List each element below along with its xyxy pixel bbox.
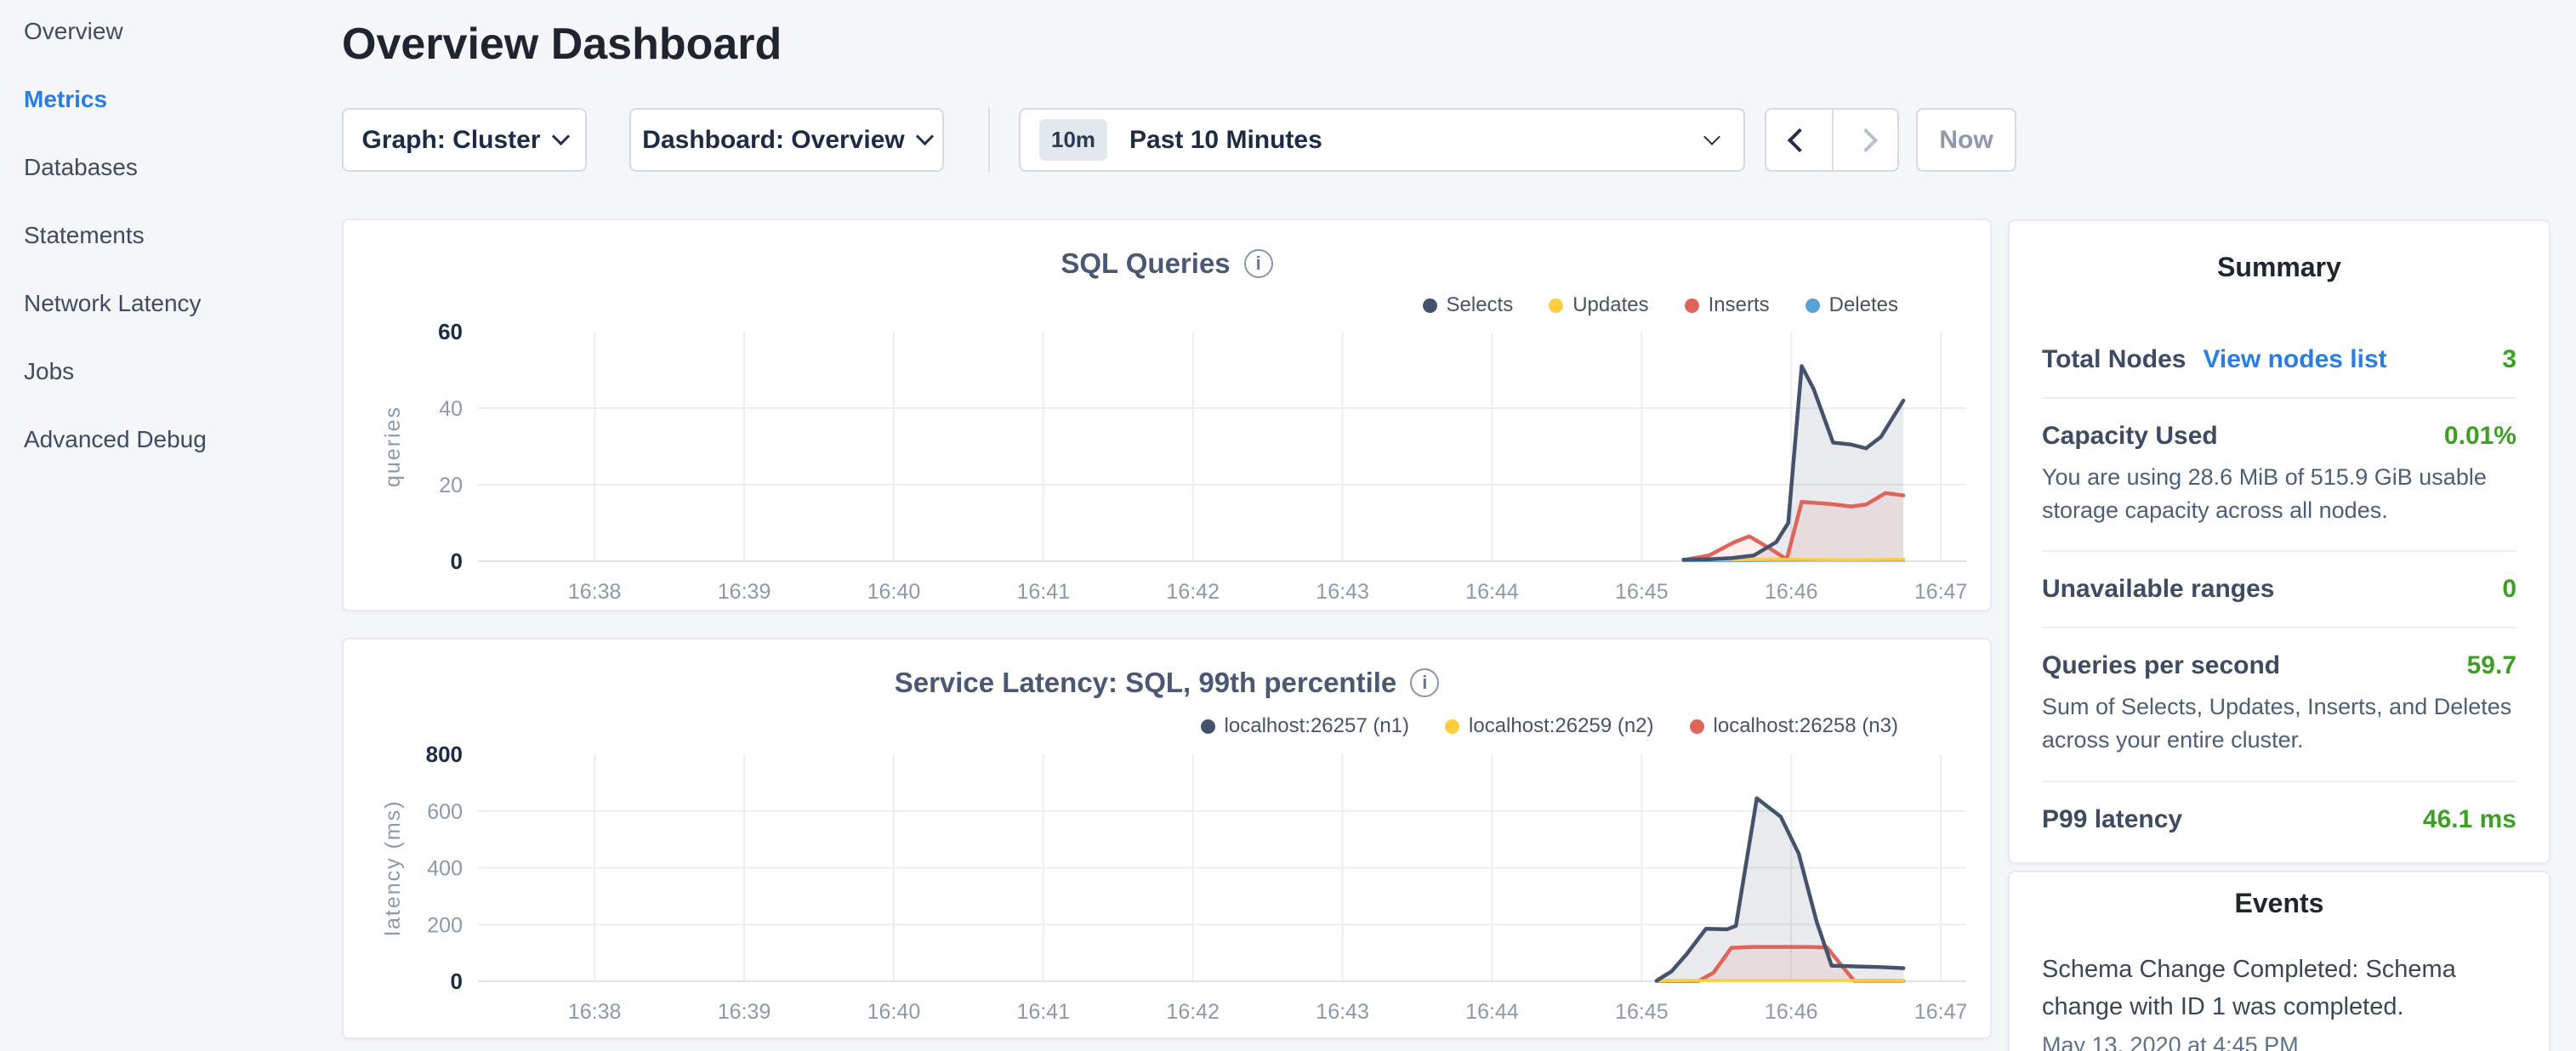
chevron-down-icon	[916, 128, 934, 145]
svg-text:16:39: 16:39	[718, 580, 771, 604]
now-button[interactable]: Now	[1916, 108, 2016, 172]
time-range-badge: 10m	[1039, 119, 1107, 161]
svg-text:600: 600	[427, 800, 463, 824]
svg-text:16:40: 16:40	[867, 580, 921, 604]
summary-row-capacity: Capacity Used 0.01% You are using 28.6 M…	[2042, 399, 2516, 552]
sidebar-item-databases[interactable]: Databases	[24, 151, 138, 185]
p99-latency-label: P99 latency	[2042, 805, 2182, 834]
summary-row-qps: Queries per second 59.7 Sum of Selects, …	[2042, 628, 2516, 781]
svg-text:16:41: 16:41	[1017, 580, 1071, 604]
svg-text:400: 400	[427, 857, 463, 881]
graph-scope-label: Graph: Cluster	[361, 126, 540, 155]
total-nodes-value: 3	[2502, 345, 2516, 374]
event-text: Schema Change Completed: Schema change w…	[2042, 952, 2516, 1025]
svg-text:16:44: 16:44	[1465, 580, 1519, 604]
events-panel: Events Schema Change Completed: Schema c…	[2008, 871, 2550, 1051]
svg-text:20: 20	[439, 474, 463, 497]
svg-text:16:42: 16:42	[1166, 580, 1220, 604]
chevron-left-icon	[1787, 128, 1811, 151]
time-range-label: Past 10 Minutes	[1129, 126, 1706, 155]
service-latency-chart[interactable]: 16:38 16:39 16:40 16:41 16:42 16:43 16:44 16:45…	[344, 639, 1993, 1041]
dashboard-label: Dashboard: Overview	[642, 126, 904, 155]
admin-ui-page: Overview Metrics Databases Statements Ne…	[0, 0, 2576, 1051]
svg-text:latency (ms): latency (ms)	[381, 799, 405, 935]
svg-text:16:43: 16:43	[1316, 580, 1369, 604]
chevron-right-icon	[1853, 128, 1877, 151]
svg-text:16:39: 16:39	[718, 1000, 771, 1024]
sidebar-item-statements[interactable]: Statements	[24, 219, 145, 253]
qps-value: 59.7	[2467, 651, 2516, 680]
svg-text:40: 40	[439, 397, 463, 421]
svg-text:queries: queries	[381, 406, 405, 487]
svg-text:0: 0	[451, 969, 463, 994]
dashboard-dropdown[interactable]: Dashboard: Overview	[629, 108, 944, 172]
svg-text:16:40: 16:40	[867, 1000, 921, 1024]
p99-latency-value: 46.1 ms	[2423, 805, 2516, 834]
summary-title: Summary	[2010, 252, 2549, 283]
capacity-label: Capacity Used	[2042, 422, 2218, 451]
svg-text:16:41: 16:41	[1017, 1000, 1071, 1024]
total-nodes-label: Total Nodes	[2042, 345, 2186, 374]
svg-text:16:45: 16:45	[1615, 1000, 1669, 1024]
svg-text:16:38: 16:38	[568, 580, 622, 604]
svg-text:16:44: 16:44	[1465, 1000, 1519, 1024]
prev-time-button[interactable]	[1766, 110, 1832, 170]
summary-row-unavailable: Unavailable ranges 0	[2042, 552, 2516, 628]
svg-text:200: 200	[427, 913, 463, 937]
event-list-item: Schema Change Completed: Schema change w…	[2042, 952, 2516, 1051]
summary-row-p99: P99 latency 46.1 ms	[2042, 782, 2516, 857]
svg-text:16:46: 16:46	[1765, 1000, 1818, 1024]
capacity-value: 0.01%	[2444, 422, 2516, 451]
unavailable-ranges-label: Unavailable ranges	[2042, 575, 2274, 604]
summary-panel: Summary Total Nodes View nodes list 3 Ca…	[2008, 219, 2550, 864]
svg-text:800: 800	[426, 741, 463, 767]
unavailable-ranges-value: 0	[2502, 575, 2516, 604]
time-pager	[1765, 108, 1899, 172]
sidebar-item-jobs[interactable]: Jobs	[24, 355, 74, 389]
sidebar-item-network-latency[interactable]: Network Latency	[24, 287, 202, 321]
capacity-description: You are using 28.6 MiB of 515.9 GiB usab…	[2042, 461, 2516, 527]
svg-text:16:45: 16:45	[1615, 580, 1669, 604]
next-time-button[interactable]	[1832, 110, 1897, 170]
page-title: Overview Dashboard	[342, 19, 782, 70]
sql-queries-chart-panel: SQL Queriesi SelectsUpdatesInsertsDelete…	[342, 219, 1992, 611]
qps-label: Queries per second	[2042, 651, 2280, 680]
service-latency-chart-panel: Service Latency: SQL, 99th percentilei l…	[342, 638, 1992, 1039]
summary-row-total-nodes: Total Nodes View nodes list 3	[2042, 322, 2516, 399]
svg-text:60: 60	[438, 319, 463, 344]
time-range-dropdown[interactable]: 10m Past 10 Minutes	[1019, 108, 1745, 172]
svg-text:16:38: 16:38	[568, 1000, 622, 1024]
svg-text:16:46: 16:46	[1765, 580, 1818, 604]
events-title: Events	[2042, 888, 2516, 919]
view-nodes-list-link[interactable]: View nodes list	[2203, 345, 2386, 374]
svg-text:16:47: 16:47	[1914, 580, 1968, 604]
sidebar-item-overview[interactable]: Overview	[24, 14, 123, 48]
chevron-down-icon	[1703, 128, 1720, 145]
sidebar-item-advanced-debug[interactable]: Advanced Debug	[24, 423, 207, 457]
sidebar-item-metrics[interactable]: Metrics	[24, 82, 107, 116]
svg-text:16:43: 16:43	[1316, 1000, 1369, 1024]
chevron-down-icon	[551, 128, 569, 145]
svg-text:0: 0	[451, 548, 463, 574]
sql-queries-chart[interactable]: 16:38 16:39 16:40 16:41 16:42 16:43 16:44 16:45…	[344, 220, 1993, 613]
qps-description: Sum of Selects, Updates, Inserts, and De…	[2042, 690, 2516, 757]
event-timestamp: May 13, 2020 at 4:45 PM	[2042, 1032, 2516, 1051]
controls-divider	[988, 108, 990, 172]
now-button-label: Now	[1939, 126, 1993, 155]
graph-scope-dropdown[interactable]: Graph: Cluster	[342, 108, 587, 172]
svg-text:16:47: 16:47	[1914, 1000, 1968, 1024]
svg-text:16:42: 16:42	[1166, 1000, 1220, 1024]
